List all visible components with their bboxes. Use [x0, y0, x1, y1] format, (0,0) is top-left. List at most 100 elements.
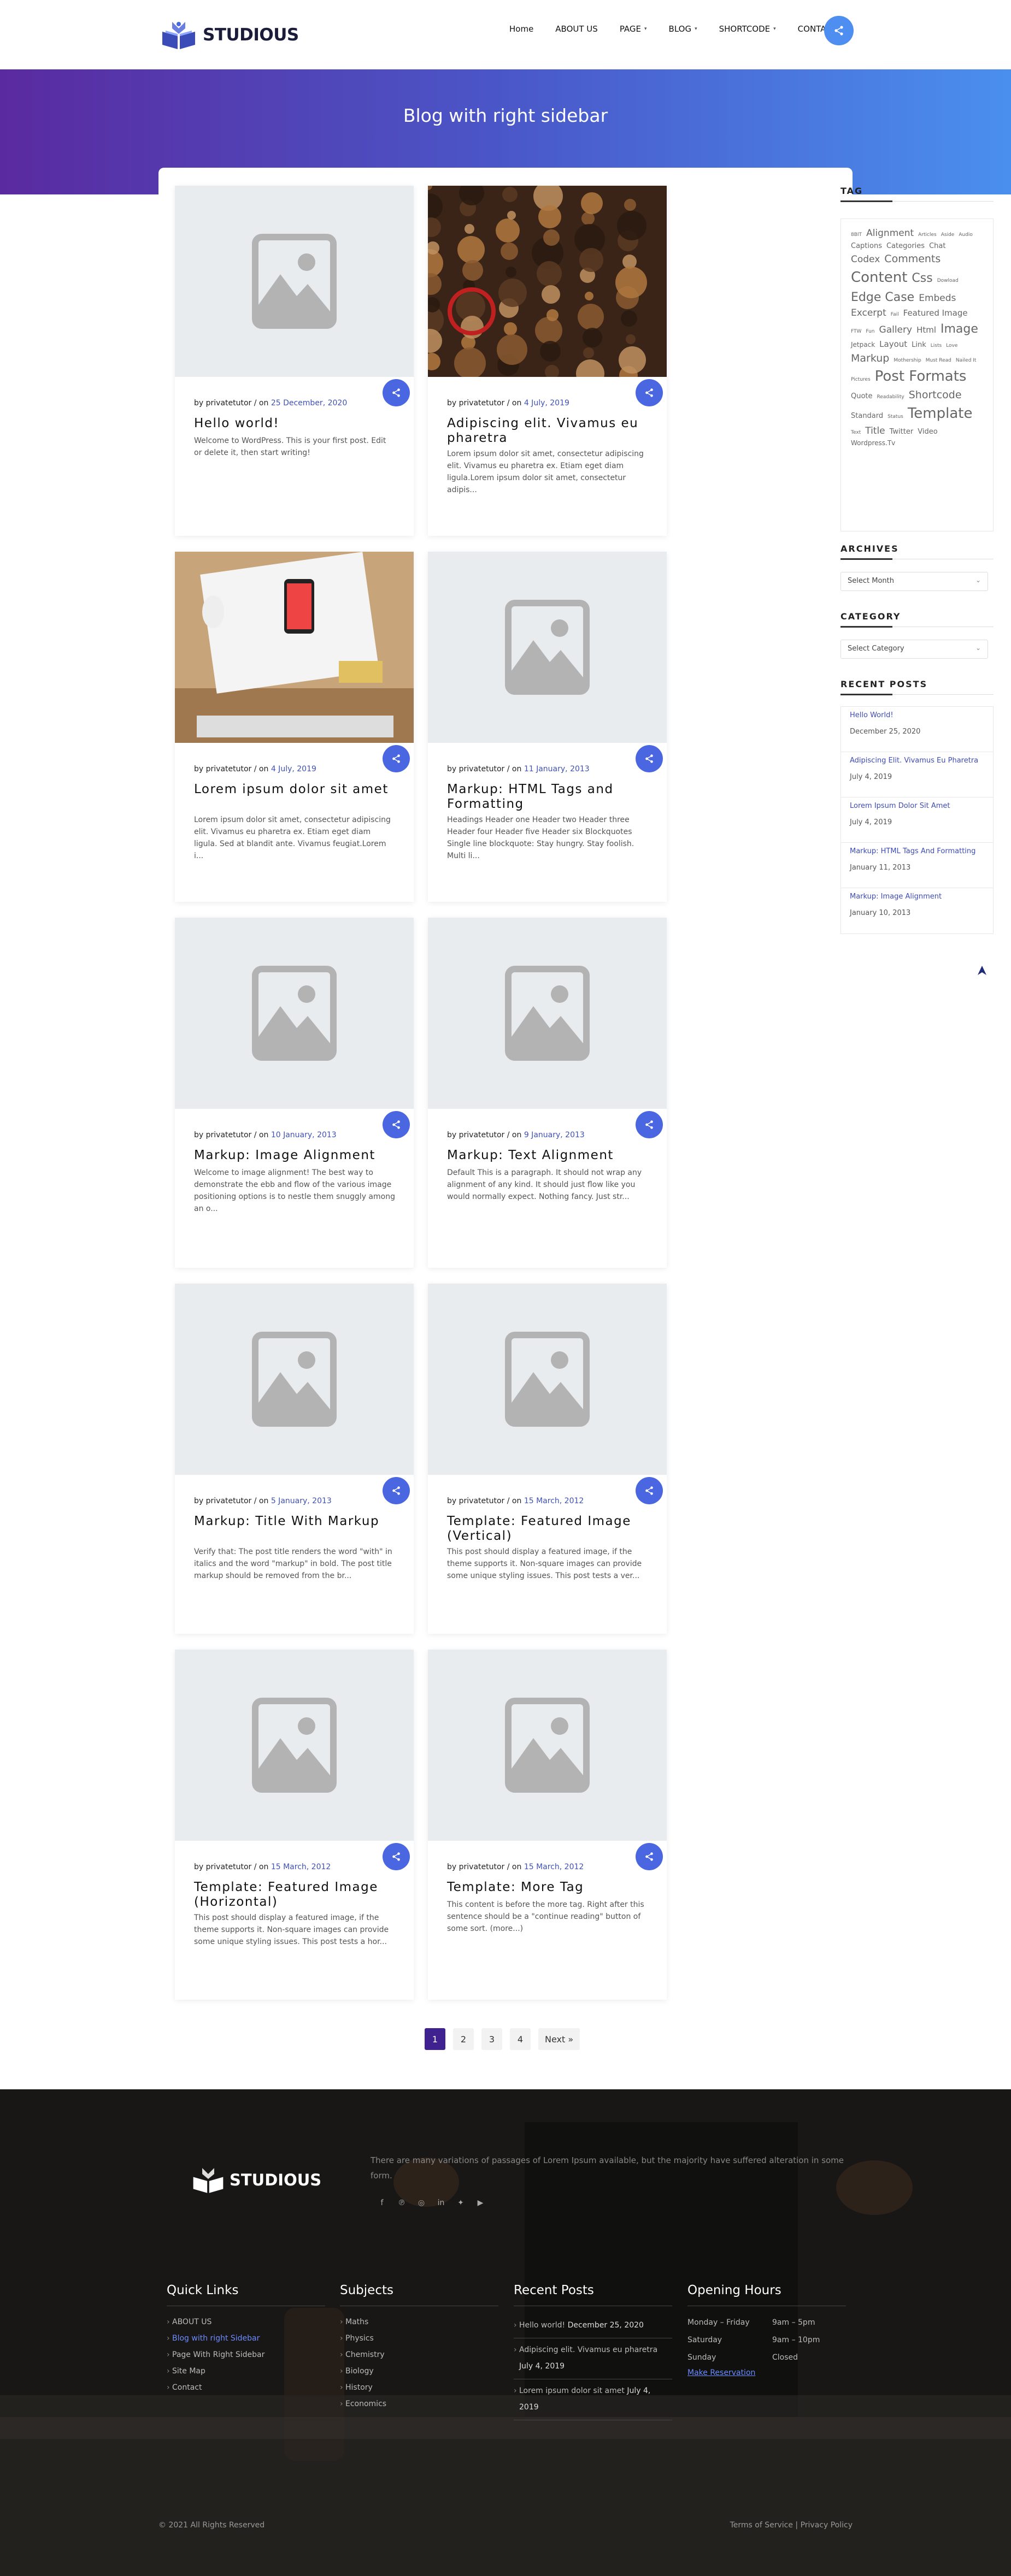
- tag-link[interactable]: Dowload: [937, 277, 959, 285]
- post-share-button[interactable]: [636, 1111, 663, 1138]
- footer-recent-post[interactable]: Adipiscing elit. Vivamus eu pharetra Jul…: [514, 2338, 672, 2379]
- tag-link[interactable]: Status: [887, 413, 903, 421]
- page-next[interactable]: Next »: [538, 2028, 580, 2050]
- tag-link[interactable]: Chat: [929, 241, 945, 252]
- site-logo[interactable]: STUDIOUS: [160, 20, 299, 50]
- tag-link[interactable]: Nailed It: [956, 357, 977, 365]
- post-author[interactable]: privatetutor: [459, 1131, 505, 1139]
- page-1[interactable]: 1: [425, 2028, 445, 2050]
- post-date[interactable]: 4 July, 2019: [524, 399, 569, 407]
- tag-link[interactable]: Edge Case: [851, 288, 914, 306]
- post-date[interactable]: 11 January, 2013: [524, 765, 590, 773]
- post-date[interactable]: 15 March, 2012: [271, 1863, 331, 1871]
- youtube-icon[interactable]: ▶: [475, 2198, 485, 2208]
- page-4[interactable]: 4: [510, 2028, 531, 2050]
- nav-shortcode[interactable]: SHORTCODE ▾: [708, 24, 787, 34]
- post-share-button[interactable]: [383, 1477, 410, 1504]
- tag-link[interactable]: Captions: [851, 241, 882, 252]
- post-thumbnail[interactable]: [428, 1650, 667, 1841]
- make-reservation-link[interactable]: Make Reservation: [687, 2368, 755, 2377]
- recent-post-title[interactable]: Hello World!: [850, 711, 984, 720]
- terms-link[interactable]: Terms of Service: [730, 2521, 793, 2530]
- tag-link[interactable]: Mothership: [894, 357, 921, 365]
- footer-quick-link[interactable]: Site Map: [167, 2363, 325, 2379]
- post-author[interactable]: privatetutor: [206, 1131, 252, 1139]
- post-thumbnail[interactable]: [428, 552, 667, 743]
- scroll-to-top-icon[interactable]: [975, 964, 989, 977]
- post-thumbnail[interactable]: [175, 918, 414, 1109]
- tag-link[interactable]: Css: [912, 269, 932, 287]
- tag-link[interactable]: Text: [851, 429, 861, 437]
- tag-link[interactable]: Layout: [879, 338, 907, 351]
- tag-link[interactable]: Embeds: [919, 292, 956, 306]
- archives-select[interactable]: Select Month ⌄: [840, 572, 988, 591]
- post-thumbnail[interactable]: [175, 1284, 414, 1475]
- footer-subject-link[interactable]: Chemistry: [340, 2347, 498, 2363]
- tag-link[interactable]: Standard: [851, 411, 883, 422]
- tag-link[interactable]: Readability: [877, 394, 904, 401]
- tag-link[interactable]: Fail: [891, 311, 899, 319]
- footer-subject-link[interactable]: Biology: [340, 2363, 498, 2379]
- footer-subject-link[interactable]: Economics: [340, 2396, 498, 2412]
- tag-link[interactable]: Articles: [918, 232, 937, 239]
- nav-page[interactable]: PAGE ▾: [609, 24, 658, 34]
- post-author[interactable]: privatetutor: [206, 1863, 252, 1871]
- tag-link[interactable]: Pictures: [851, 376, 871, 384]
- footer-subject-link[interactable]: Physics: [340, 2330, 498, 2347]
- post-author[interactable]: privatetutor: [459, 399, 505, 407]
- post-author[interactable]: privatetutor: [206, 1497, 252, 1505]
- post-title[interactable]: Template: Featured Image (Horizontal): [194, 1880, 396, 1910]
- post-share-button[interactable]: [636, 1843, 663, 1870]
- footer-recent-post[interactable]: Hello world! December 25, 2020: [514, 2314, 672, 2338]
- linkedin-icon[interactable]: in: [436, 2198, 446, 2208]
- tag-link[interactable]: Comments: [884, 251, 941, 267]
- tag-link[interactable]: Featured Image: [903, 307, 968, 320]
- post-share-button[interactable]: [383, 745, 410, 772]
- twitter-icon[interactable]: ✦: [456, 2198, 466, 2208]
- tag-link[interactable]: Shortcode: [909, 387, 962, 403]
- tag-link[interactable]: Image: [941, 320, 978, 338]
- pinterest-icon[interactable]: ℗: [397, 2198, 407, 2208]
- header-share-button[interactable]: [824, 16, 854, 45]
- nav-blog[interactable]: BLOG ▾: [658, 24, 708, 34]
- tag-link[interactable]: Jetpack: [851, 340, 875, 350]
- tag-link[interactable]: Post Formats: [875, 366, 967, 387]
- tag-link[interactable]: Wordpress.Tv: [851, 438, 895, 448]
- footer-logo[interactable]: STUDIOUS: [191, 2166, 321, 2194]
- post-title[interactable]: Hello world!: [194, 416, 396, 431]
- tag-link[interactable]: Fun: [866, 328, 874, 336]
- tag-link[interactable]: Link: [912, 340, 926, 351]
- post-date[interactable]: 15 March, 2012: [524, 1863, 584, 1871]
- footer-quick-link[interactable]: Page With Right Sidebar: [167, 2347, 325, 2363]
- post-title[interactable]: Markup: Image Alignment: [194, 1148, 396, 1163]
- post-author[interactable]: privatetutor: [459, 1497, 505, 1505]
- post-share-button[interactable]: [636, 745, 663, 772]
- recent-post-title[interactable]: Lorem Ipsum Dolor Sit Amet: [850, 802, 984, 811]
- post-thumbnail[interactable]: [428, 918, 667, 1109]
- footer-subject-link[interactable]: History: [340, 2379, 498, 2396]
- post-date[interactable]: 10 January, 2013: [271, 1131, 337, 1139]
- post-share-button[interactable]: [383, 1843, 410, 1870]
- tag-link[interactable]: Aside: [941, 232, 955, 239]
- page-3[interactable]: 3: [481, 2028, 502, 2050]
- post-title[interactable]: Adipiscing elit. Vivamus eu pharetra: [447, 416, 649, 446]
- tag-link[interactable]: Love: [946, 342, 957, 350]
- tag-link[interactable]: Gallery: [879, 323, 913, 338]
- nav-home[interactable]: Home: [498, 24, 544, 34]
- tag-link[interactable]: Excerpt: [851, 306, 886, 321]
- post-thumbnail[interactable]: [175, 552, 414, 743]
- footer-subject-link[interactable]: Maths: [340, 2314, 498, 2330]
- post-author[interactable]: privatetutor: [206, 399, 252, 407]
- post-thumbnail[interactable]: [428, 186, 667, 377]
- post-date[interactable]: 5 January, 2013: [271, 1497, 332, 1505]
- post-date[interactable]: 15 March, 2012: [524, 1497, 584, 1505]
- post-date[interactable]: 4 July, 2019: [271, 765, 316, 773]
- footer-quick-link[interactable]: Contact: [167, 2379, 325, 2396]
- post-thumbnail[interactable]: [428, 1284, 667, 1475]
- recent-post-title[interactable]: Markup: Image Alignment: [850, 893, 984, 901]
- tag-link[interactable]: Html: [916, 324, 936, 336]
- page-2[interactable]: 2: [453, 2028, 474, 2050]
- post-share-button[interactable]: [636, 1477, 663, 1504]
- facebook-icon[interactable]: f: [377, 2198, 387, 2208]
- post-thumbnail[interactable]: [175, 1650, 414, 1841]
